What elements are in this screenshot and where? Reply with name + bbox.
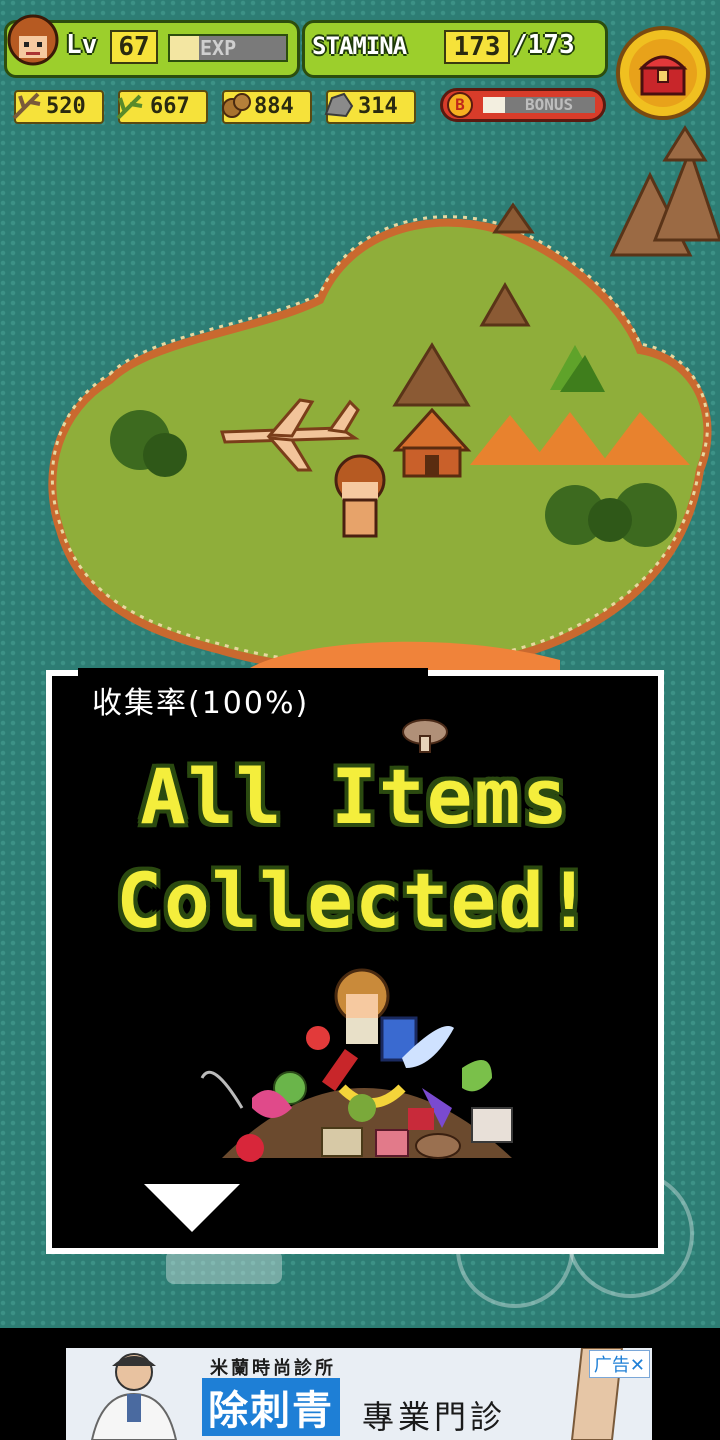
girl-character-icon bbox=[334, 968, 390, 1044]
resource-grass-value: 667 bbox=[150, 94, 190, 119]
exp-bar: EXP bbox=[168, 34, 288, 62]
player-avatar[interactable] bbox=[6, 12, 60, 72]
fish-icon bbox=[348, 1094, 376, 1122]
nut-icon bbox=[222, 93, 251, 118]
faint-button bbox=[166, 1250, 282, 1284]
handbag-icon bbox=[408, 1108, 434, 1130]
level-value: 67 bbox=[110, 30, 158, 64]
stamina-label: STAMINA bbox=[312, 32, 407, 60]
ad-close-button[interactable]: 广告✕ bbox=[588, 1350, 650, 1378]
down-triangle-icon[interactable] bbox=[144, 1184, 240, 1232]
status-bar: Lv 67 EXP STAMINA 173 /173 bbox=[4, 14, 608, 78]
level-label: Lv bbox=[66, 30, 98, 60]
bonus-icon-text: B bbox=[455, 95, 465, 114]
ad-doctor-illustration bbox=[90, 1353, 178, 1440]
mountain-icon bbox=[609, 125, 720, 257]
collection-complete-dialog[interactable]: 收集率(100%) All Items Collected! bbox=[46, 668, 664, 1254]
resource-stone-value: 314 bbox=[358, 94, 398, 119]
ad-clinic-name: 米蘭時尚診所 bbox=[210, 1358, 336, 1379]
resource-branch: 520 bbox=[12, 90, 104, 124]
all-items-heading: All Items bbox=[140, 752, 570, 841]
basket-icon bbox=[321, 1127, 363, 1157]
mushroom-icon bbox=[402, 719, 448, 753]
strawberry-icon bbox=[236, 1134, 264, 1162]
bonus-meter-fill bbox=[483, 97, 506, 113]
flower-icon bbox=[306, 1026, 330, 1050]
exp-bar-fill bbox=[170, 36, 199, 60]
bowl-icon bbox=[415, 1133, 461, 1159]
bonus-meter: BONUS bbox=[483, 95, 595, 114]
resource-nut: 884 bbox=[222, 90, 312, 124]
exp-label: EXP bbox=[200, 36, 237, 60]
bonus-icon: B bbox=[447, 92, 473, 118]
piano-toy-icon bbox=[471, 1107, 513, 1143]
rock-icon bbox=[492, 202, 535, 234]
dynamite-icon bbox=[321, 1049, 359, 1091]
game-view[interactable]: Lv 67 EXP STAMINA 173 /173 520 667 884 3… bbox=[0, 0, 720, 1328]
collected-heading: Collected! bbox=[116, 856, 594, 945]
bonus-bar[interactable]: B BONUS bbox=[440, 88, 606, 122]
meat-icon bbox=[375, 1129, 409, 1157]
fishing-rod-icon bbox=[200, 1070, 244, 1109]
player-character[interactable] bbox=[334, 454, 386, 538]
ad-headline: 除刺青 bbox=[202, 1378, 340, 1436]
stone-icon bbox=[324, 92, 354, 118]
resource-branch-value: 520 bbox=[46, 94, 86, 119]
resource-grass: 667 bbox=[116, 90, 208, 124]
leaf-icon bbox=[462, 1060, 492, 1092]
stamina-current: 173 bbox=[444, 30, 510, 64]
resource-nut-value: 884 bbox=[254, 94, 294, 119]
ad-subtitle: 專業門診 bbox=[362, 1398, 507, 1436]
bonus-label: BONUS bbox=[525, 95, 574, 114]
treasure-chest-icon bbox=[629, 39, 697, 107]
ad-banner[interactable]: 米蘭時尚診所 除刺青 專業門診 广告✕ bbox=[66, 1348, 652, 1440]
stamina-max: /173 bbox=[512, 30, 575, 60]
resource-stone: 314 bbox=[324, 90, 416, 124]
item-pile-illustration bbox=[200, 968, 513, 1162]
branch-icon bbox=[12, 92, 41, 120]
grass-icon bbox=[116, 94, 143, 120]
treasure-chest-button[interactable] bbox=[616, 26, 710, 120]
collection-rate-label: 收集率(100%) bbox=[92, 686, 310, 721]
